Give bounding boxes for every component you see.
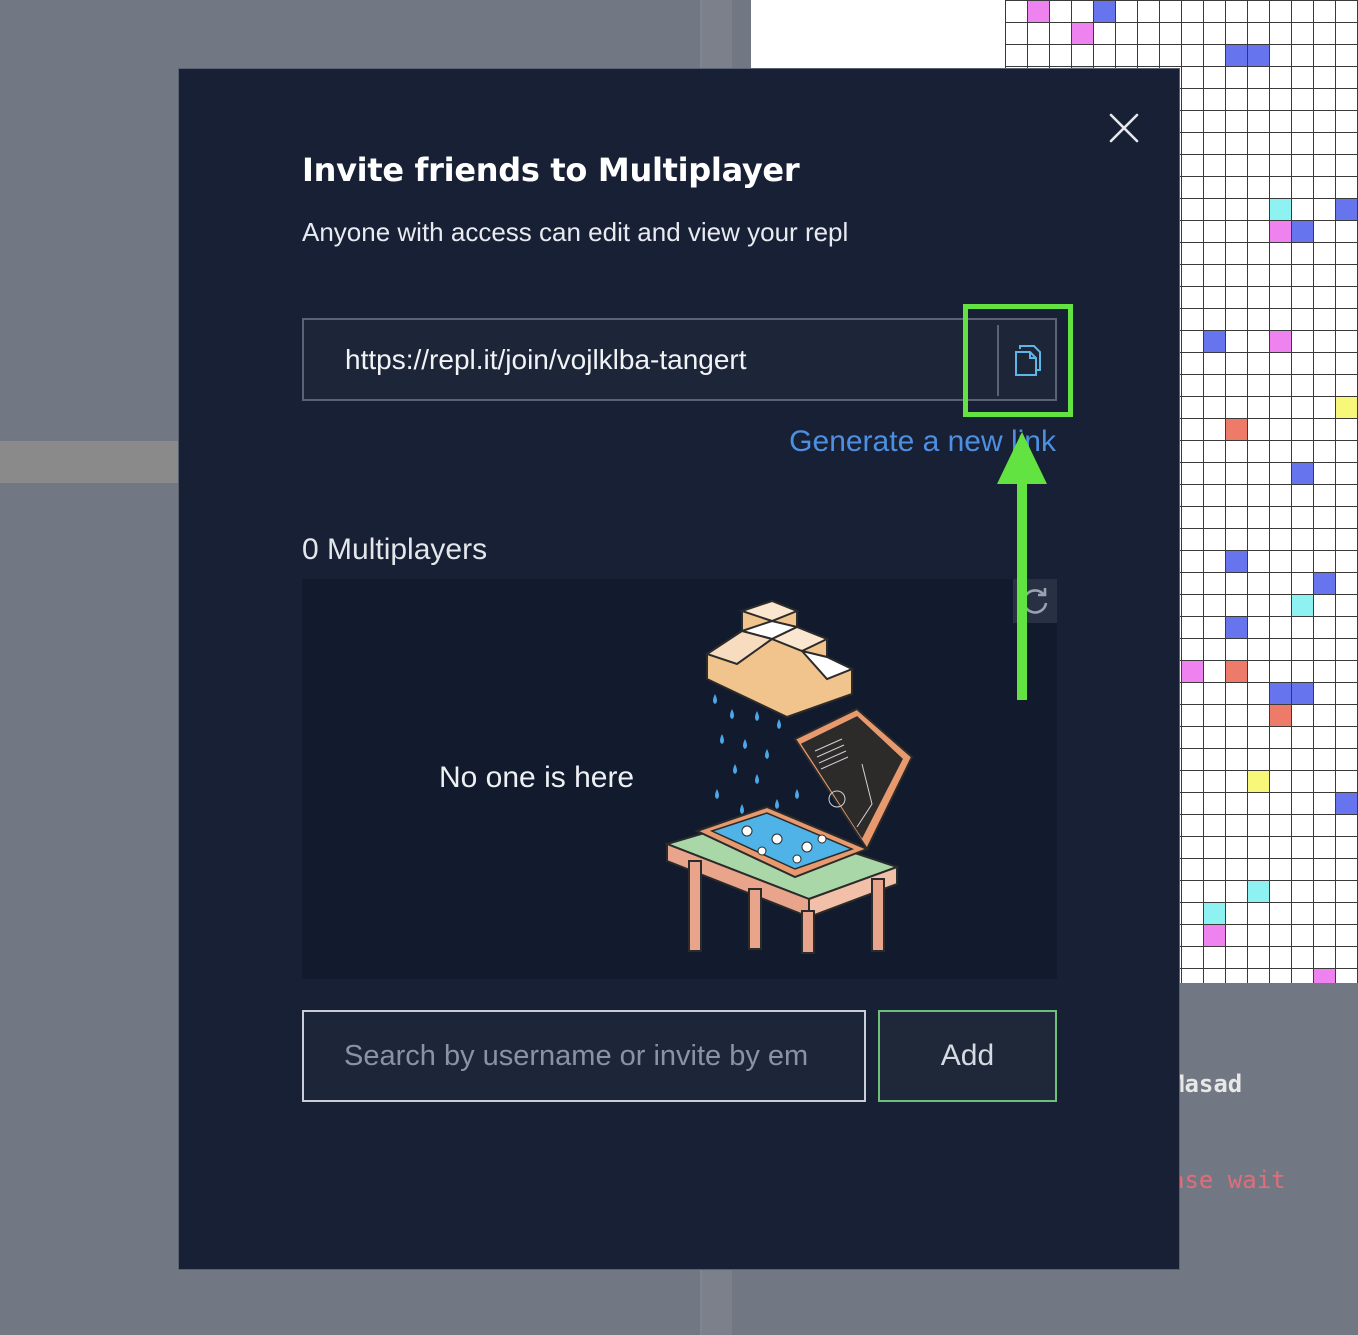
background-gray-bar bbox=[0, 441, 180, 483]
grid-cell bbox=[1203, 330, 1225, 352]
modal-title: Invite friends to Multiplayer bbox=[302, 151, 800, 189]
console-status-line: ase wait bbox=[1170, 1166, 1286, 1194]
grid-cell bbox=[1269, 330, 1291, 352]
grid-cell bbox=[1225, 660, 1247, 682]
invite-link-field[interactable]: https://repl.it/join/vojlklba-tangert bbox=[302, 318, 1057, 401]
grid-cell bbox=[1291, 462, 1313, 484]
grid-cell bbox=[1203, 924, 1225, 946]
invite-link-text[interactable]: https://repl.it/join/vojlklba-tangert bbox=[345, 344, 747, 376]
grid-cell bbox=[1269, 198, 1291, 220]
grid-cell bbox=[1027, 0, 1049, 22]
grid-cell bbox=[1247, 44, 1269, 66]
add-button[interactable]: Add bbox=[878, 1010, 1057, 1102]
grid-cell bbox=[1247, 880, 1269, 902]
grid-cell bbox=[1093, 0, 1115, 22]
multiplayers-list: No one is here bbox=[302, 579, 1057, 979]
grid-cell bbox=[1225, 550, 1247, 572]
grid-cell bbox=[1335, 198, 1357, 220]
empty-state-message: No one is here bbox=[439, 761, 635, 794]
grid-cell bbox=[1313, 968, 1335, 983]
grid-cell bbox=[1269, 704, 1291, 726]
empty-state-illustration bbox=[663, 599, 914, 954]
close-icon[interactable] bbox=[1107, 111, 1141, 145]
search-input[interactable] bbox=[302, 1010, 866, 1102]
grid-cell bbox=[1313, 572, 1335, 594]
grid-cell bbox=[1203, 902, 1225, 924]
grid-cell bbox=[1335, 396, 1357, 418]
annotation-arrow-icon bbox=[997, 432, 1047, 700]
grid-cell bbox=[1225, 44, 1247, 66]
grid-cell bbox=[1269, 220, 1291, 242]
grid-cell bbox=[1181, 660, 1203, 682]
grid-cell bbox=[1225, 616, 1247, 638]
grid-cell bbox=[1335, 792, 1357, 814]
grid-cell bbox=[1291, 594, 1313, 616]
modal-subtitle: Anyone with access can edit and view you… bbox=[302, 217, 849, 247]
grid-cell bbox=[1247, 770, 1269, 792]
grid-cell bbox=[1225, 418, 1247, 440]
annotation-highlight-box bbox=[963, 304, 1073, 417]
grid-cell bbox=[1291, 682, 1313, 704]
grid-cell bbox=[1269, 682, 1291, 704]
grid-cell bbox=[1071, 22, 1093, 44]
grid-cell bbox=[1291, 220, 1313, 242]
console-text-line: Masad bbox=[1170, 1070, 1243, 1098]
multiplayers-count: 0 Multiplayers bbox=[302, 533, 488, 566]
background-white-area bbox=[751, 0, 1005, 70]
